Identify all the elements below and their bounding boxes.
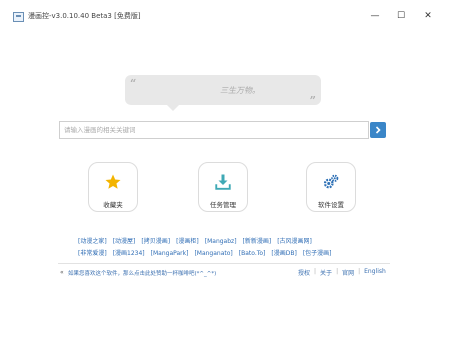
star-icon <box>105 174 121 189</box>
settings-label: 软件设置 <box>318 201 344 209</box>
chevron-right-icon <box>375 126 381 134</box>
website-link[interactable]: 官网 <box>342 268 354 277</box>
task-manager-button[interactable]: 任务管理 <box>198 162 248 212</box>
title-bar: 漫画控-v3.0.10.40 Beta3 [免费版] — ☐ ✕ <box>0 0 452 32</box>
download-icon <box>215 174 231 190</box>
sponsor-link[interactable]: 如果您喜欢这个软件，那么点击此处赞助一杯咖啡吧(*^_^*) <box>68 269 216 277</box>
maximize-button[interactable]: ☐ <box>390 8 412 24</box>
quote-close-mark: ” <box>309 94 316 107</box>
link-manhuagui[interactable]: [漫画柜] <box>176 236 199 248</box>
link-batoto[interactable]: [Bato.To] <box>239 248 266 260</box>
link-copymanga[interactable]: [拷贝漫画] <box>141 236 170 248</box>
link-xinxin[interactable]: [新新漫画] <box>243 236 272 248</box>
link-dmzj[interactable]: [动漫之家] <box>78 236 107 248</box>
footer-links: 授权 | 关于 | 官网 | English <box>298 268 386 277</box>
license-link[interactable]: 授权 <box>298 268 310 277</box>
link-manganato[interactable]: [Manganato] <box>194 248 232 260</box>
window-title: 漫画控-v3.0.10.40 Beta3 [免费版] <box>28 12 141 20</box>
link-baozi[interactable]: [包子漫画] <box>303 248 332 260</box>
quote-text: 三生万物。 <box>220 86 260 95</box>
search-input[interactable] <box>59 121 369 139</box>
quote-bubble: “ 三生万物。 ” <box>125 75 321 111</box>
app-icon <box>13 12 24 22</box>
double-chevron-left-icon[interactable]: « <box>60 269 64 276</box>
site-links-row-2: [非常爱漫] [漫画1234] [MangaPark] [Manganato] … <box>78 248 378 260</box>
minimize-button[interactable]: — <box>364 8 386 24</box>
gears-icon <box>323 174 339 189</box>
link-mangapark[interactable]: [MangaPark] <box>151 248 189 260</box>
site-links: [动漫之家] [动漫屋] [拷贝漫画] [漫画柜] [Mangabz] [新新漫… <box>78 236 378 260</box>
link-gufeng[interactable]: [古风漫画网] <box>277 236 312 248</box>
about-link[interactable]: 关于 <box>320 268 332 277</box>
link-manhua1234[interactable]: [漫画1234] <box>113 248 145 260</box>
link-mangabz[interactable]: [Mangabz] <box>205 236 237 248</box>
search-button[interactable] <box>370 122 386 138</box>
settings-button[interactable]: 软件设置 <box>306 162 356 212</box>
link-feichang[interactable]: [非常爱漫] <box>78 248 107 260</box>
favorites-label: 收藏夹 <box>103 201 123 209</box>
close-button[interactable]: ✕ <box>417 8 439 24</box>
footer-divider <box>58 263 390 264</box>
link-dmw[interactable]: [动漫屋] <box>113 236 136 248</box>
favorites-button[interactable]: 收藏夹 <box>88 162 138 212</box>
link-manhuadb[interactable]: [漫画DB] <box>271 248 296 260</box>
site-links-row-1: [动漫之家] [动漫屋] [拷贝漫画] [漫画柜] [Mangabz] [新新漫… <box>78 236 378 248</box>
task-manager-label: 任务管理 <box>210 201 236 209</box>
english-link[interactable]: English <box>364 268 386 277</box>
